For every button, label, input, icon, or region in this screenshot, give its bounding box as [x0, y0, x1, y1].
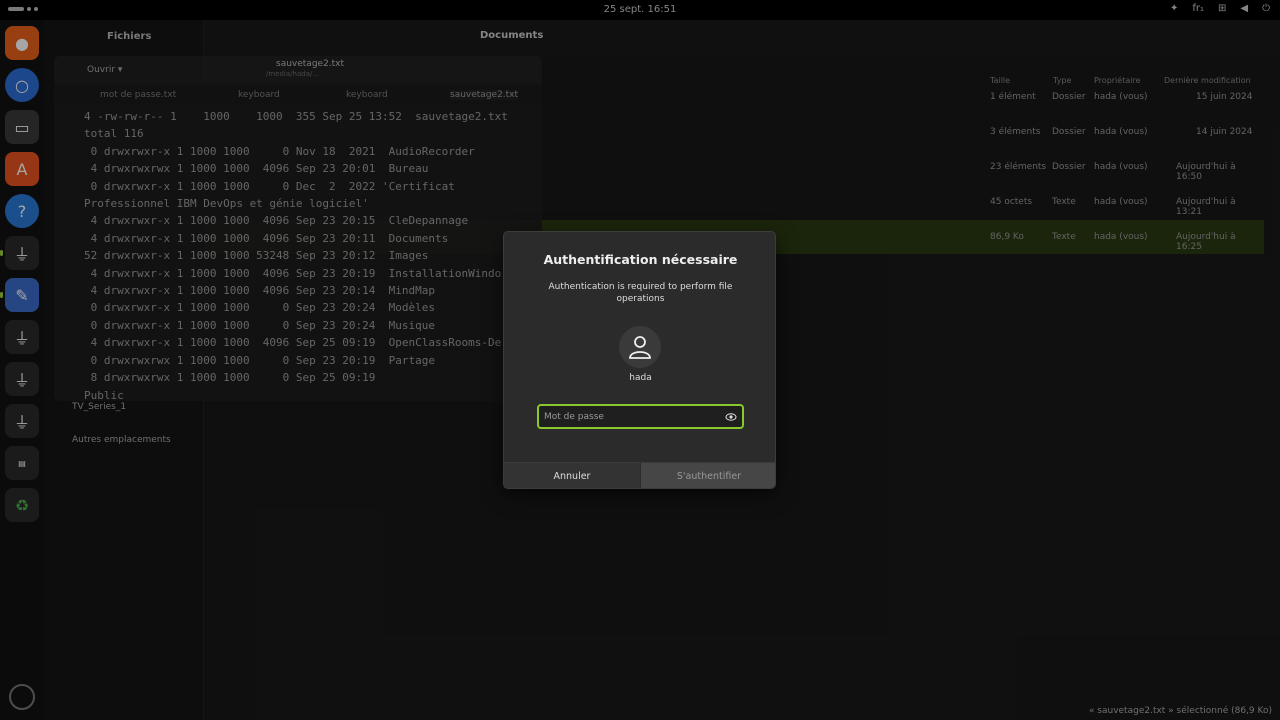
cancel-button[interactable]: Annuler	[504, 463, 640, 488]
dialog-title: Authentification nécessaire	[543, 252, 738, 267]
user-icon	[629, 336, 651, 359]
avatar	[619, 326, 661, 368]
dialog-message: Authentication is required to perform fi…	[548, 282, 733, 304]
password-field[interactable]	[537, 404, 744, 429]
authenticate-button[interactable]: S'authentifier	[640, 463, 775, 488]
show-password-icon[interactable]	[725, 411, 737, 423]
auth-dialog: Authentification nécessaire Authenticati…	[503, 231, 776, 489]
password-input[interactable]	[544, 409, 714, 424]
dialog-buttons: Annuler S'authentifier	[504, 462, 775, 488]
username-label: hada	[629, 373, 652, 383]
